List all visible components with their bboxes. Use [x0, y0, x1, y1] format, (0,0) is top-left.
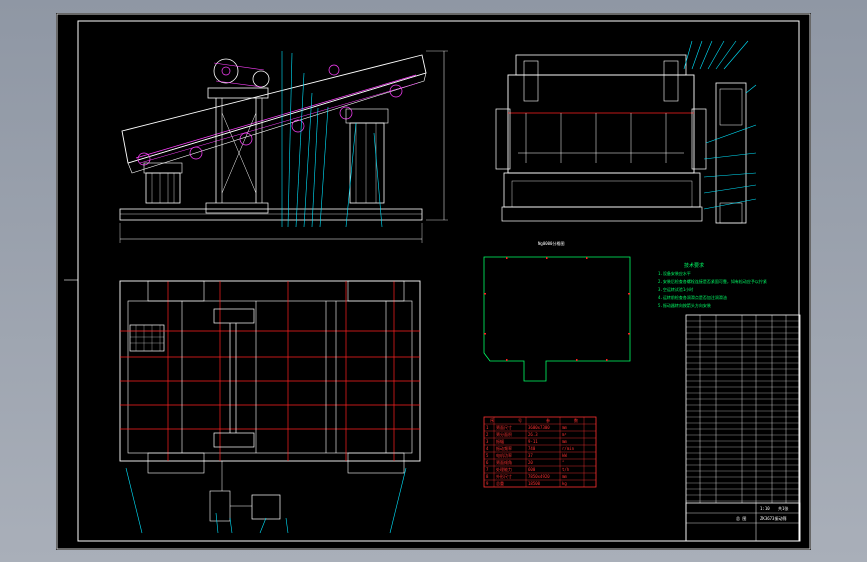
param-cell: 3 [486, 439, 489, 444]
param-cell: 740 [528, 446, 536, 451]
plan-view [119, 280, 421, 534]
param-cell: 7 [486, 467, 489, 472]
param-cell: kg [562, 481, 567, 486]
param-cell: 3600x7300 [528, 425, 550, 430]
param-cell: 600 [528, 467, 536, 472]
param-cell: 4 [486, 446, 489, 451]
param-cell: mm [562, 439, 567, 444]
param-header: 序 [490, 417, 494, 423]
param-cell: t/h [562, 467, 570, 472]
tech-note: 5.振动器转向按箭头方向安装 [658, 302, 711, 308]
param-cell: mm [562, 474, 567, 479]
param-cell: 总重 [496, 480, 504, 486]
title-block: 总 图 ZK3673振动筛 1:10 共1张 [685, 502, 801, 542]
param-cell: 筛面尺寸 [496, 424, 512, 430]
param-header: 参 [546, 417, 550, 423]
tech-note: 4.运转前检查各润滑点是否加注润滑油 [658, 294, 727, 300]
param-cell: 6 [486, 460, 489, 465]
param-cell: m² [562, 432, 567, 437]
end-view [495, 40, 757, 224]
param-cell: 振动频率 [496, 445, 512, 451]
param-cell: kW [562, 453, 567, 458]
tech-note: 3.空运转试验1小时 [658, 286, 693, 292]
parameter-table: 序 号 参 数 1 筛面尺寸 3600x7300 mm 2 筛分面积 26.3 m² 3 振幅 9-11 mm… [483, 416, 597, 488]
param-cell: 20 [528, 460, 533, 465]
side-view [119, 50, 448, 243]
title-block-drawing-no: ZK3673振动筛 [760, 515, 786, 521]
param-cell: 26.3 [528, 432, 538, 437]
param-cell: 9-11 [528, 439, 538, 444]
cad-viewport[interactable]: Ng0000分格图 序 号 参 数 1 筛面尺寸 3600x7300 mm 2 筛分面积 26.3 m… [0, 0, 867, 562]
param-cell: 处理能力 [496, 466, 512, 472]
param-cell: 5 [486, 453, 489, 458]
cover-plate-view: Ng0000分格图 [483, 240, 631, 382]
title-block-scale: 1:10 [760, 506, 770, 511]
title-block-name: 总 图 [736, 515, 746, 521]
technical-requirements: 技术要求 1.设备安装应水平 2.安装后检查各螺栓连接是否紧固可靠，如有松动应予以… [658, 262, 767, 308]
param-cell: 电机功率 [496, 452, 512, 458]
param-cell: 筛面倾角 [496, 459, 512, 465]
tech-requirements-title: 技术要求 [684, 262, 704, 269]
param-header: 号 [518, 417, 522, 423]
param-header: 数 [574, 417, 578, 423]
param-cell: 筛分面积 [496, 431, 512, 437]
param-cell: 37 [528, 453, 533, 458]
drawing-sheet[interactable]: Ng0000分格图 序 号 参 数 1 筛面尺寸 3600x7300 mm 2 筛分面积 26.3 m… [56, 13, 811, 550]
cover-plate-label: Ng0000分格图 [538, 240, 564, 246]
param-cell: 8 [486, 474, 489, 479]
param-cell: 1 [486, 425, 489, 430]
param-cell: 2 [486, 432, 489, 437]
tech-note: 2.安装后检查各螺栓连接是否紧固可靠，如有松动应予以拧紧 [658, 278, 767, 284]
param-cell: ° [562, 460, 564, 465]
tech-note: 1.设备安装应水平 [658, 270, 691, 276]
param-cell: r/min [562, 446, 575, 451]
drawing-canvas[interactable]: Ng0000分格图 序 号 参 数 1 筛面尺寸 3600x7300 mm 2 筛分面积 26.3 m… [56, 13, 811, 550]
param-cell: mm [562, 425, 567, 430]
param-cell: 外形尺寸 [496, 473, 512, 479]
param-cell: 9 [486, 481, 489, 486]
param-cell: 振幅 [496, 438, 504, 444]
title-block-sheet: 共1张 [778, 505, 788, 511]
param-cell: 18500 [528, 481, 541, 486]
param-cell: 7850x4920 [528, 474, 550, 479]
